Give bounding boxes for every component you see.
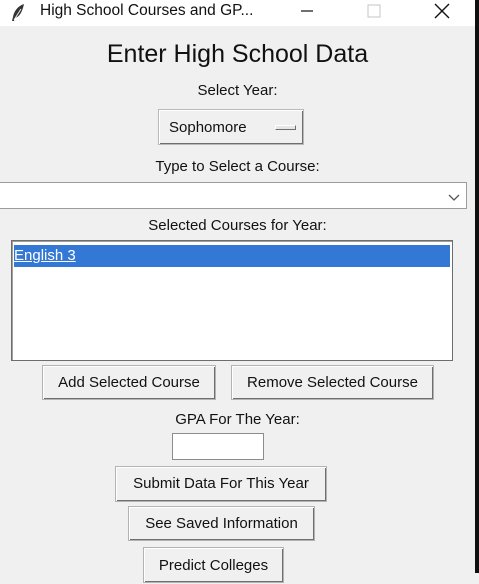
add-selected-course-button[interactable]: Add Selected Course <box>42 365 216 400</box>
submit-data-button[interactable]: Submit Data For This Year <box>115 466 327 502</box>
feather-icon <box>9 3 27 23</box>
course-label: Type to Select a Course: <box>155 158 320 175</box>
window-title: High School Courses and GP... <box>40 2 254 19</box>
gpa-input[interactable] <box>172 433 264 460</box>
selected-courses-listbox[interactable]: English 3 <box>11 240 453 361</box>
predict-colleges-button[interactable]: Predict Colleges <box>143 547 284 583</box>
selected-courses-label: Selected Courses for Year: <box>148 217 327 234</box>
gpa-label: GPA For The Year: <box>175 411 300 428</box>
page-title: Enter High School Data <box>106 40 369 68</box>
minimize-button[interactable] <box>284 0 330 26</box>
close-button[interactable] <box>419 0 465 26</box>
year-option-menu[interactable]: Sophomore <box>158 109 304 145</box>
select-year-label: Select Year: <box>197 82 278 99</box>
minimize-icon <box>299 4 315 22</box>
list-item[interactable]: English 3 <box>14 245 450 267</box>
option-menu-indicator-icon <box>275 125 296 130</box>
remove-selected-course-button[interactable]: Remove Selected Course <box>231 365 434 400</box>
year-selected-value: Sophomore <box>169 119 247 136</box>
maximize-icon <box>366 3 382 24</box>
course-combobox[interactable] <box>0 182 467 209</box>
list-item-label: English 3 <box>14 247 76 264</box>
see-saved-information-button[interactable]: See Saved Information <box>128 506 315 541</box>
screen-edge <box>475 0 479 573</box>
close-icon <box>433 2 451 25</box>
chevron-down-icon[interactable] <box>448 190 460 201</box>
maximize-button[interactable] <box>351 0 397 26</box>
title-bar: High School Courses and GP... <box>0 0 475 26</box>
